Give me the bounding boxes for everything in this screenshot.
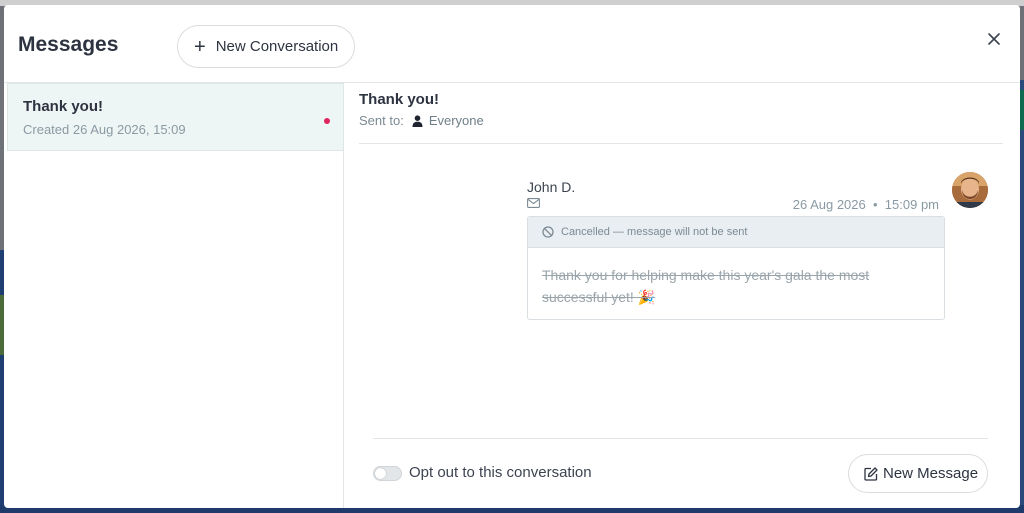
person-icon — [412, 114, 423, 127]
opt-out-label: Opt out to this conversation — [409, 464, 592, 481]
modal-title: Messages — [18, 33, 119, 56]
new-conversation-button[interactable]: + New Conversation — [177, 25, 355, 68]
close-button[interactable] — [984, 29, 1004, 49]
message-card: Cancelled — message will not be sent Tha… — [527, 216, 945, 320]
messages-modal: Messages + New Conversation Thank you! C… — [4, 5, 1020, 508]
unread-indicator — [324, 118, 330, 124]
message-status-bar: Cancelled — message will not be sent — [528, 217, 944, 248]
mail-icon — [527, 198, 540, 208]
conversation-list: Thank you! Created 26 Aug 2026, 15:09 — [4, 83, 344, 508]
conversation-title: Thank you! — [23, 98, 104, 115]
footer-divider — [373, 438, 988, 439]
close-icon — [988, 33, 1000, 45]
plus-icon: + — [194, 35, 206, 58]
thread-divider — [359, 143, 1003, 144]
avatar — [952, 172, 988, 208]
edit-icon — [864, 466, 878, 481]
ban-icon — [542, 226, 554, 238]
new-message-label: New Message — [883, 465, 979, 482]
conversation-created: Created 26 Aug 2026, 15:09 — [23, 122, 186, 137]
recipient: Everyone — [428, 113, 484, 128]
toggle-knob — [375, 468, 386, 479]
conversation-item[interactable]: Thank you! Created 26 Aug 2026, 15:09 — [7, 83, 344, 151]
separator-dot: • — [869, 197, 882, 212]
opt-out-toggle[interactable] — [373, 466, 402, 481]
new-message-button[interactable]: New Message — [848, 454, 988, 493]
message-date: 26 Aug 2026 — [792, 197, 866, 212]
message-status: Cancelled — message will not be sent — [561, 226, 748, 238]
conversation-thread: Thank you! Sent to: Everyone John D. 26 … — [345, 83, 1020, 508]
message-timestamp: 26 Aug 2026 • 15:09 pm — [727, 197, 939, 212]
message-time: 15:09 pm — [884, 197, 939, 212]
sent-to-line: Sent to: Everyone — [359, 113, 484, 128]
sent-to-label: Sent to: — [359, 113, 404, 128]
thread-title: Thank you! — [359, 91, 440, 108]
message-body: Thank you for helping make this year's g… — [542, 267, 870, 305]
new-conversation-label: New Conversation — [215, 38, 339, 55]
modal-header: Messages + New Conversation — [4, 5, 1020, 83]
sender-name: John D. — [527, 179, 576, 195]
